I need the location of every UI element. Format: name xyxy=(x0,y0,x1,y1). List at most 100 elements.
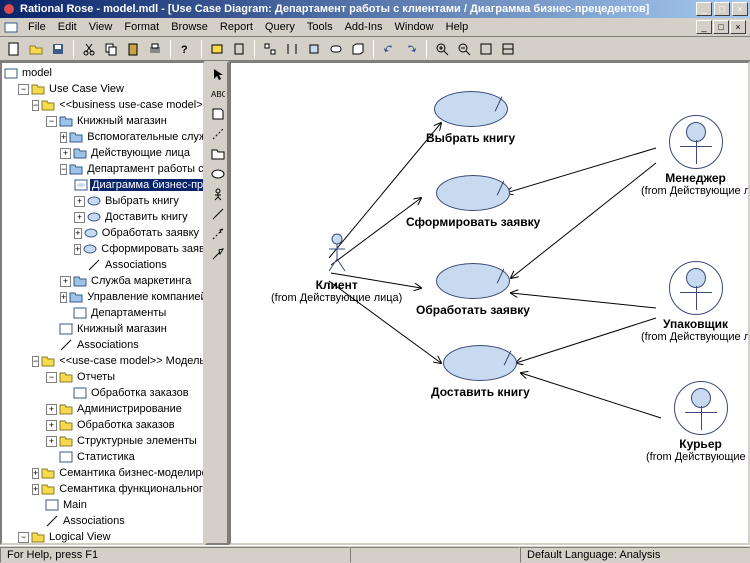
package-tool[interactable] xyxy=(209,145,227,163)
tree-oz[interactable]: Обработать заявку xyxy=(100,227,201,239)
association-tool[interactable] xyxy=(209,205,227,223)
usecase-select-book[interactable]: Выбрать книгу xyxy=(426,91,515,145)
tree-main[interactable]: Main xyxy=(61,499,89,511)
expander-icon[interactable]: − xyxy=(18,84,29,95)
expander-icon[interactable]: + xyxy=(46,404,57,415)
usecase-tool[interactable] xyxy=(209,165,227,183)
tree-vsl[interactable]: Вспомогательные службы xyxy=(85,131,205,143)
browser-tree[interactable]: model −Use Case View −<<business use-cas… xyxy=(0,61,205,545)
menu-browse[interactable]: Browse xyxy=(165,19,214,35)
menu-file[interactable]: File xyxy=(22,19,52,35)
expander-icon[interactable]: + xyxy=(46,436,57,447)
expander-icon[interactable]: − xyxy=(60,164,67,175)
new-button[interactable] xyxy=(4,39,24,59)
zoom-out-button[interactable] xyxy=(454,39,474,59)
cut-button[interactable] xyxy=(79,39,99,59)
tree-drk[interactable]: Департамент работы с клиен xyxy=(85,163,205,175)
tree-sz[interactable]: Сформировать заявку xyxy=(99,243,205,255)
expander-icon[interactable]: − xyxy=(46,372,57,383)
tree-strel[interactable]: Структурные элементы xyxy=(75,435,199,447)
menu-report[interactable]: Report xyxy=(214,19,259,35)
diagram-canvas[interactable]: Клиент (from Действующие лица) Выбрать к… xyxy=(229,61,750,545)
undo-button[interactable] xyxy=(379,39,399,59)
redo-button[interactable] xyxy=(401,39,421,59)
expander-icon[interactable]: + xyxy=(74,212,85,223)
tree-root[interactable]: model xyxy=(20,67,54,79)
mdi-minimize-button[interactable]: _ xyxy=(696,20,712,34)
select-tool[interactable] xyxy=(209,65,227,83)
actor-packer[interactable]: Упаковщик (from Действующие л xyxy=(641,261,750,343)
menu-help[interactable]: Help xyxy=(440,19,475,35)
browse-class-button[interactable] xyxy=(207,39,227,59)
tree-sfm[interactable]: Семантика функционального модели xyxy=(57,483,205,495)
deployment-diagram-button[interactable] xyxy=(348,39,368,59)
expander-icon[interactable]: + xyxy=(60,132,67,143)
menu-tools[interactable]: Tools xyxy=(301,19,339,35)
usecase-deliver-book[interactable]: Доставить книгу xyxy=(431,345,530,399)
menu-edit[interactable]: Edit xyxy=(52,19,83,35)
expander-icon[interactable]: − xyxy=(32,356,39,367)
tree-vk[interactable]: Выбрать книгу xyxy=(103,195,181,207)
tree-dl[interactable]: Действующие лица xyxy=(89,147,192,159)
tree-obz2[interactable]: Обработка заказов xyxy=(75,419,177,431)
tree-sbm[interactable]: Семантика бизнес-моделирования xyxy=(57,467,205,479)
tree-lv[interactable]: Logical View xyxy=(47,531,113,543)
expander-icon[interactable]: + xyxy=(74,196,85,207)
menu-addins[interactable]: Add-Ins xyxy=(339,19,389,35)
tree-assoc2[interactable]: Associations xyxy=(75,339,141,351)
sequence-diagram-button[interactable] xyxy=(282,39,302,59)
actor-manager[interactable]: Менеджер (from Действующие л xyxy=(641,115,750,197)
expander-icon[interactable]: + xyxy=(46,420,57,431)
tree-ucview[interactable]: Use Case View xyxy=(47,83,126,95)
expander-icon[interactable]: + xyxy=(60,292,67,303)
close-button[interactable]: × xyxy=(732,2,748,16)
dependency-tool[interactable] xyxy=(209,225,227,243)
tree-dep[interactable]: Департаменты xyxy=(89,307,168,319)
tree-sm[interactable]: Служба маркетинга xyxy=(89,275,193,287)
minimize-button[interactable]: _ xyxy=(696,2,712,16)
actor-courier[interactable]: Курьер (from Действующие л xyxy=(646,381,750,463)
tree-otch[interactable]: Отчеты xyxy=(75,371,117,383)
tree-km2[interactable]: Книжный магазин xyxy=(75,323,169,335)
expander-icon[interactable]: + xyxy=(32,484,39,495)
expander-icon[interactable]: + xyxy=(60,276,71,287)
mdi-close-button[interactable]: × xyxy=(730,20,746,34)
tree-dbp[interactable]: Диаграмма бизнес-прец xyxy=(90,179,205,191)
actor-tool[interactable] xyxy=(209,185,227,203)
zoom-in-button[interactable] xyxy=(432,39,452,59)
note-tool[interactable] xyxy=(209,105,227,123)
text-tool[interactable]: ABC xyxy=(209,85,227,103)
expander-icon[interactable]: − xyxy=(18,532,29,543)
tree-uk[interactable]: Управление компанией xyxy=(85,291,205,303)
expander-icon[interactable]: + xyxy=(74,244,81,255)
tree-ucm[interactable]: <<use-case model>> Модель прецеден xyxy=(57,355,205,367)
maximize-button[interactable]: □ xyxy=(714,2,730,16)
mdi-restore-button[interactable]: □ xyxy=(713,20,729,34)
expander-icon[interactable]: + xyxy=(60,148,71,159)
save-button[interactable] xyxy=(48,39,68,59)
generalization-tool[interactable] xyxy=(209,245,227,263)
menu-format[interactable]: Format xyxy=(118,19,165,35)
mdi-system-icon[interactable] xyxy=(4,20,18,34)
class-diagram-button[interactable] xyxy=(260,39,280,59)
tree-dk[interactable]: Доставить книгу xyxy=(103,211,190,223)
fit-window-button[interactable] xyxy=(476,39,496,59)
menu-view[interactable]: View xyxy=(83,19,119,35)
tree-km[interactable]: Книжный магазин xyxy=(75,115,169,127)
expander-icon[interactable]: − xyxy=(46,116,57,127)
expander-icon[interactable]: + xyxy=(32,468,39,479)
tree-bucm[interactable]: <<business use-case model>> Модель xyxy=(57,99,205,111)
menu-window[interactable]: Window xyxy=(389,19,440,35)
undo-fit-button[interactable] xyxy=(498,39,518,59)
help-button[interactable]: ? xyxy=(176,39,196,59)
tree-assoc[interactable]: Associations xyxy=(103,259,169,271)
expander-icon[interactable]: − xyxy=(32,100,39,111)
menu-query[interactable]: Query xyxy=(259,19,301,35)
tree-assoc3[interactable]: Associations xyxy=(61,515,127,527)
usecase-form-request[interactable]: Сформировать заявку xyxy=(406,175,540,229)
copy-button[interactable] xyxy=(101,39,121,59)
open-button[interactable] xyxy=(26,39,46,59)
tree-adm[interactable]: Администрирование xyxy=(75,403,184,415)
anchor-tool[interactable] xyxy=(209,125,227,143)
tree-obz[interactable]: Обработка заказов xyxy=(89,387,191,399)
